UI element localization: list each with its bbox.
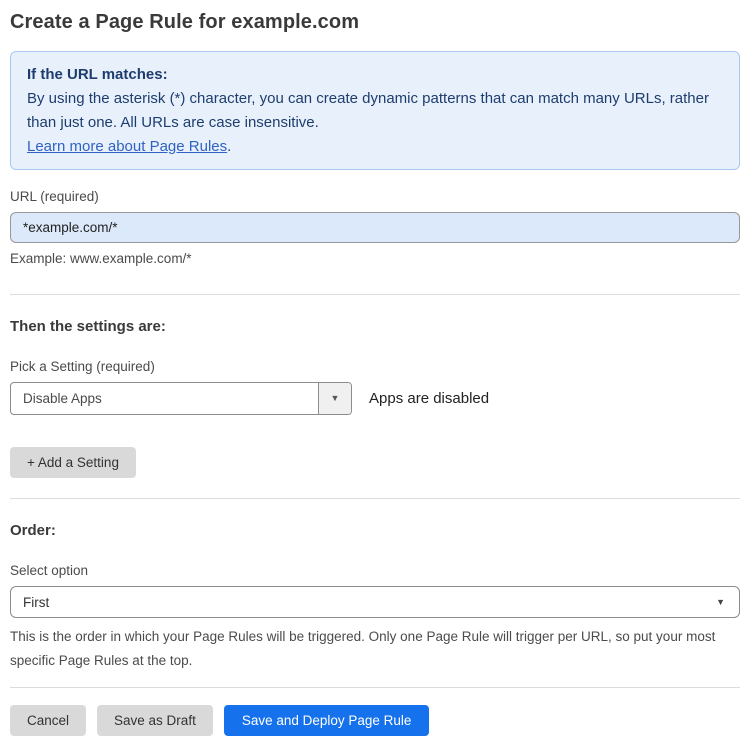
divider xyxy=(10,687,740,688)
order-section-heading: Order: xyxy=(10,522,56,539)
url-label: URL (required) xyxy=(10,189,99,204)
setting-dropdown[interactable]: Disable Apps ▼ xyxy=(10,382,352,415)
info-box-heading: If the URL matches: xyxy=(27,66,168,83)
setting-status-text: Apps are disabled xyxy=(369,390,490,407)
link-period: . xyxy=(227,138,232,155)
settings-section-heading: Then the settings are: xyxy=(10,318,166,335)
divider xyxy=(10,498,740,499)
caret-down-icon: ▼ xyxy=(716,596,725,607)
footer-actions: Cancel Save as Draft Save and Deploy Pag… xyxy=(10,705,740,736)
order-helper-text: This is the order in which your Page Rul… xyxy=(10,629,716,668)
order-select[interactable]: First ▼ xyxy=(10,586,740,618)
url-match-info-box: If the URL matches: By using the asteris… xyxy=(10,51,740,170)
url-input[interactable] xyxy=(10,212,740,243)
add-setting-button[interactable]: + Add a Setting xyxy=(10,447,136,478)
info-box-link-line: Learn more about Page Rules. xyxy=(27,135,723,159)
save-as-draft-button[interactable]: Save as Draft xyxy=(97,705,213,736)
learn-more-link[interactable]: Learn more about Page Rules xyxy=(27,138,227,155)
save-and-deploy-button[interactable]: Save and Deploy Page Rule xyxy=(223,705,430,736)
setting-row: Disable Apps ▼ Apps are disabled xyxy=(10,382,740,415)
info-box-body: By using the asterisk (*) character, you… xyxy=(27,90,709,131)
select-option-label: Select option xyxy=(10,563,89,578)
page-title: Create a Page Rule for example.com xyxy=(10,11,360,33)
create-page-rule-form: Create a Page Rule for example.com If th… xyxy=(0,0,750,736)
chevron-down-icon: ▼ xyxy=(330,393,340,403)
divider xyxy=(10,294,740,295)
setting-dropdown-arrow-button[interactable]: ▼ xyxy=(318,383,351,414)
setting-dropdown-value: Disable Apps xyxy=(23,391,102,406)
pick-setting-label: Pick a Setting (required) xyxy=(10,359,155,374)
order-select-value: First xyxy=(23,594,50,610)
cancel-button[interactable]: Cancel xyxy=(10,705,87,736)
url-example-helper: Example: www.example.com/* xyxy=(10,251,192,266)
